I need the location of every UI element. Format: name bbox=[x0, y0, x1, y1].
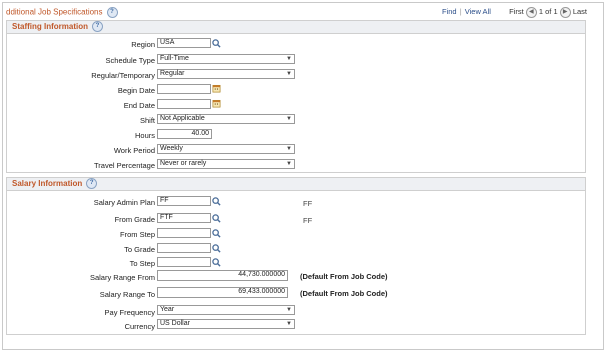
to-step-label: To Step bbox=[129, 259, 155, 268]
to-grade-label: To Grade bbox=[124, 245, 155, 254]
first-link[interactable]: First bbox=[509, 7, 524, 16]
previous-icon[interactable]: ◀ bbox=[525, 7, 537, 18]
travel-percentage-label: Travel Percentage bbox=[93, 161, 155, 170]
staffing-section-title: Staffing Information bbox=[12, 22, 88, 31]
hours-label: Hours bbox=[134, 131, 155, 140]
work-period-value: Weekly bbox=[160, 145, 183, 152]
from-step-label: From Step bbox=[119, 230, 155, 239]
schedule-type-select[interactable]: Full-Time ▼ bbox=[157, 54, 295, 64]
page-title-text: dditional Job Specifications bbox=[6, 7, 103, 17]
travel-percentage-select[interactable]: Never or rarely ▼ bbox=[157, 159, 295, 169]
grid-navigation: Find | View All First ◀ 1 of 1 ▶ Last bbox=[442, 7, 587, 18]
from-grade-label: From Grade bbox=[114, 215, 155, 224]
from-grade-description: FF bbox=[303, 216, 313, 225]
calendar-icon[interactable] bbox=[212, 84, 221, 93]
salary-admin-plan-description: FF bbox=[303, 199, 313, 208]
chevron-down-icon: ▼ bbox=[286, 146, 292, 152]
hours-input[interactable]: 40.00 bbox=[157, 129, 212, 139]
work-period-select[interactable]: Weekly ▼ bbox=[157, 144, 295, 154]
chevron-down-icon: ▼ bbox=[286, 116, 292, 122]
help-icon[interactable]: ? bbox=[106, 7, 118, 18]
salary-range-to-note: (Default From Job Code) bbox=[300, 289, 388, 298]
pay-frequency-select[interactable]: Year ▼ bbox=[157, 305, 295, 315]
shift-select[interactable]: Not Applicable ▼ bbox=[157, 114, 295, 124]
staffing-section-header: Staffing Information? bbox=[7, 21, 585, 34]
page-title: dditional Job Specifications? bbox=[6, 7, 118, 18]
regular-temporary-select[interactable]: Regular ▼ bbox=[157, 69, 295, 79]
from-grade-input[interactable]: FTF bbox=[157, 213, 211, 223]
chevron-down-icon: ▼ bbox=[286, 161, 292, 167]
salary-range-to-label: Salary Range To bbox=[99, 290, 155, 299]
last-link[interactable]: Last bbox=[573, 7, 587, 16]
salary-section-title: Salary Information bbox=[12, 179, 83, 188]
salary-range-to-input[interactable]: 69,433.000000 bbox=[157, 287, 288, 298]
salary-range-from-input[interactable]: 44,730.000000 bbox=[157, 270, 288, 281]
work-period-label: Work Period bbox=[113, 146, 155, 155]
chevron-down-icon: ▼ bbox=[286, 56, 292, 62]
to-grade-input[interactable] bbox=[157, 243, 211, 253]
region-input[interactable]: USA bbox=[157, 38, 211, 48]
magnifier-icon[interactable] bbox=[212, 258, 221, 267]
nav-separator: | bbox=[459, 7, 462, 17]
shift-label: Shift bbox=[139, 116, 155, 125]
next-icon[interactable]: ▶ bbox=[559, 7, 571, 18]
from-step-input[interactable] bbox=[157, 228, 211, 238]
salary-section-header: Salary Information? bbox=[7, 178, 585, 191]
end-date-label: End Date bbox=[123, 101, 155, 110]
magnifier-icon[interactable] bbox=[212, 229, 221, 238]
magnifier-icon[interactable] bbox=[212, 39, 221, 48]
travel-percentage-value: Never or rarely bbox=[160, 160, 207, 167]
end-date-input[interactable] bbox=[157, 99, 211, 109]
chevron-down-icon: ▼ bbox=[286, 71, 292, 77]
salary-range-from-label: Salary Range From bbox=[89, 273, 155, 282]
schedule-type-value: Full-Time bbox=[160, 55, 189, 62]
calendar-icon[interactable] bbox=[212, 99, 221, 108]
salary-range-from-note: (Default From Job Code) bbox=[300, 272, 388, 281]
region-label: Region bbox=[131, 40, 155, 49]
view-all-link[interactable]: View All bbox=[465, 7, 491, 16]
find-link[interactable]: Find bbox=[442, 7, 457, 16]
chevron-down-icon: ▼ bbox=[286, 321, 292, 327]
schedule-type-label: Schedule Type bbox=[105, 56, 155, 65]
help-icon[interactable]: ? bbox=[92, 21, 103, 33]
chevron-down-icon: ▼ bbox=[286, 307, 292, 313]
shift-value: Not Applicable bbox=[160, 115, 205, 122]
regular-temporary-label: Regular/Temporary bbox=[91, 71, 155, 80]
begin-date-label: Begin Date bbox=[117, 86, 155, 95]
help-icon[interactable]: ? bbox=[86, 178, 98, 190]
salary-admin-plan-label: Salary Admin Plan bbox=[93, 198, 155, 207]
to-step-input[interactable] bbox=[157, 257, 211, 267]
regular-temporary-value: Regular bbox=[160, 70, 185, 77]
currency-value: US Dollar bbox=[160, 320, 190, 327]
currency-select[interactable]: US Dollar ▼ bbox=[157, 319, 295, 329]
salary-admin-plan-input[interactable]: FF bbox=[157, 196, 211, 206]
begin-date-input[interactable] bbox=[157, 84, 211, 94]
pay-frequency-label: Pay Frequency bbox=[104, 308, 155, 317]
magnifier-icon[interactable] bbox=[212, 197, 221, 206]
currency-label: Currency bbox=[124, 322, 155, 331]
magnifier-icon[interactable] bbox=[212, 244, 221, 253]
magnifier-icon[interactable] bbox=[212, 214, 221, 223]
pay-frequency-value: Year bbox=[160, 306, 175, 313]
page-status: 1 of 1 bbox=[538, 7, 558, 17]
